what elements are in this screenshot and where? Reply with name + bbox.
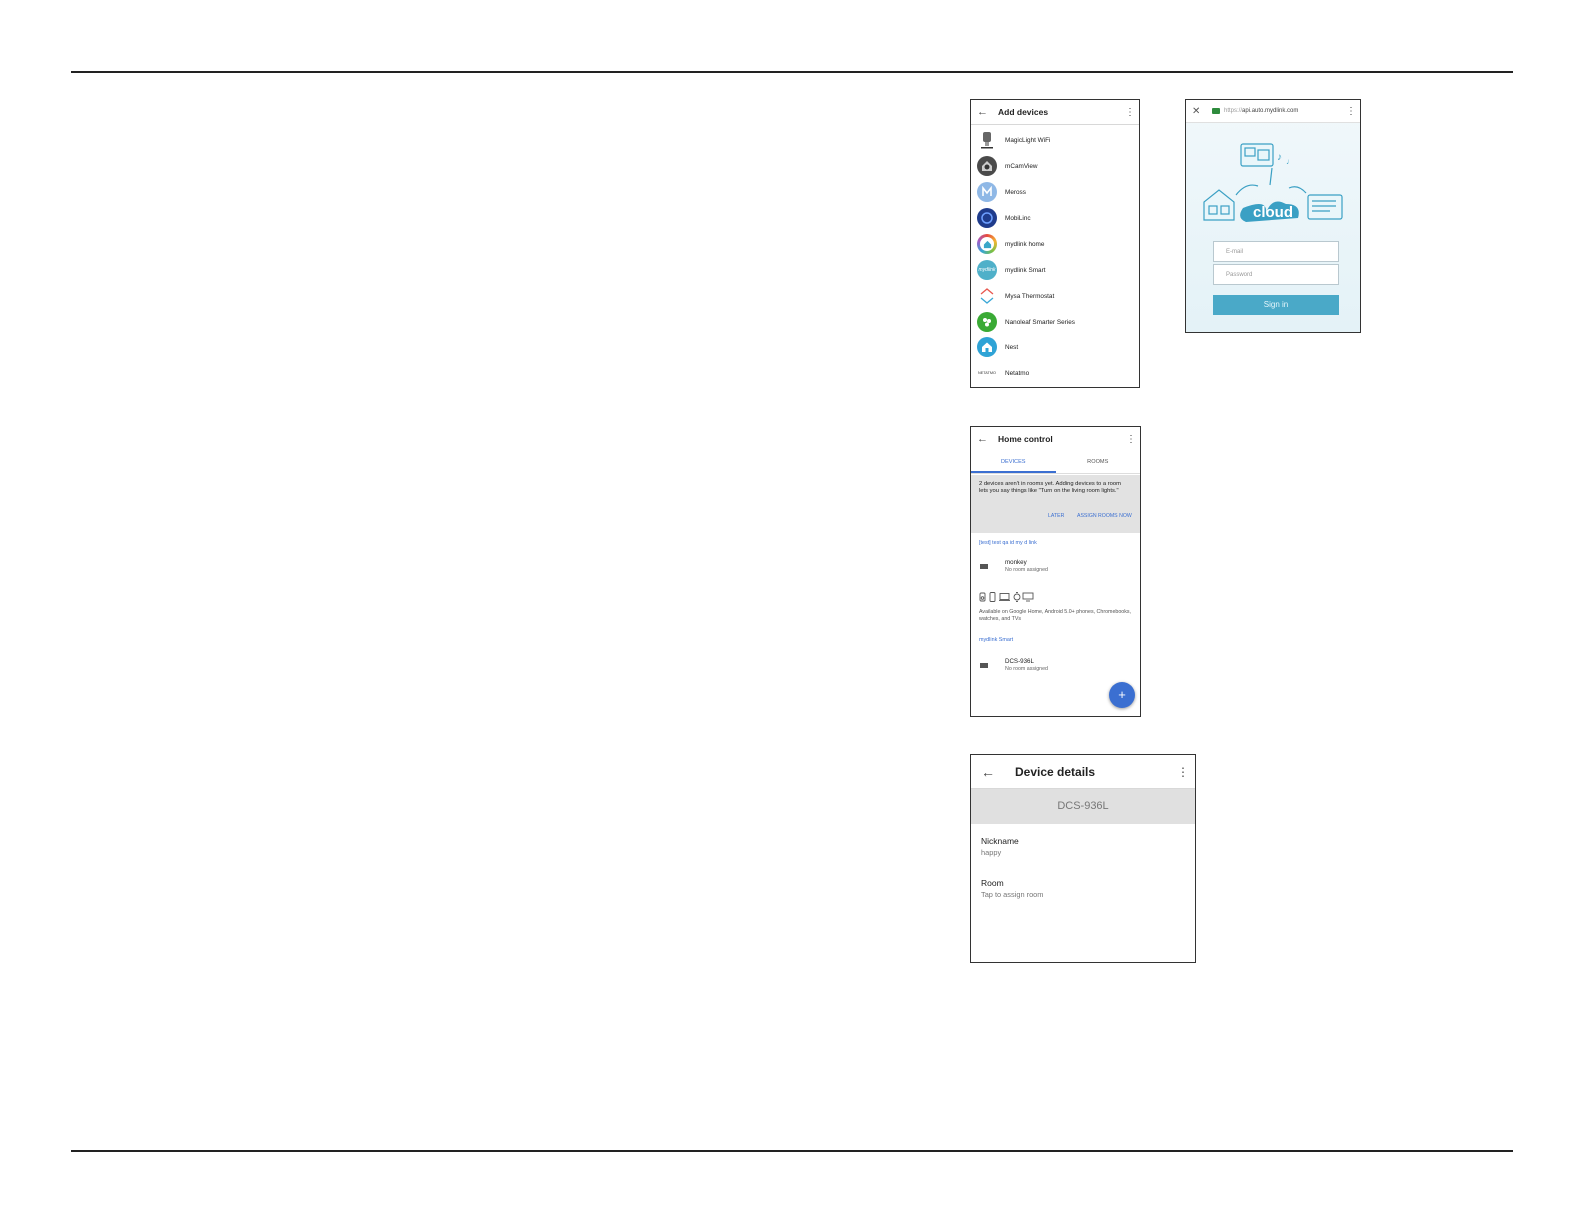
- camera-icon: [980, 663, 988, 668]
- add-devices-appbar: ← Add devices ⋮: [971, 100, 1139, 125]
- list-item-label: Netatmo: [1005, 369, 1030, 377]
- cloud-signin-screen: ✕ https://api.auto.mydlink.com ⋮ ♪ ♩ clo…: [1185, 99, 1361, 333]
- more-options-icon[interactable]: ⋮: [1125, 107, 1135, 118]
- url-text[interactable]: https://api.auto.mydlink.com: [1224, 108, 1346, 114]
- tab-rooms[interactable]: ROOMS: [1056, 451, 1141, 473]
- availability-note: Available on Google Home, Android 5.0+ p…: [979, 609, 1131, 622]
- list-item-magiclight[interactable]: MagicLight WiFi: [971, 128, 1139, 152]
- page-title: Home control: [998, 434, 1053, 444]
- device-room: No room assigned: [1005, 567, 1048, 573]
- device-room: No room assigned: [1005, 666, 1048, 672]
- url-scheme: https://: [1224, 108, 1243, 114]
- list-item-label: mydlink home: [1005, 240, 1045, 248]
- list-item-mydlink-smart[interactable]: mydlink mydlink Smart: [971, 258, 1139, 282]
- svg-text:♩: ♩: [1286, 157, 1294, 166]
- page-title: Device details: [1015, 764, 1096, 779]
- more-options-icon[interactable]: ⋮: [1126, 434, 1136, 445]
- list-item-mysa[interactable]: Mysa Thermostat: [971, 284, 1139, 308]
- room-value: Tap to assign room: [981, 890, 1044, 899]
- room-label: Room: [981, 878, 1004, 888]
- list-item-label: Mysa Thermostat: [1005, 292, 1055, 300]
- url-host: api.auto.mydlink.com: [1242, 108, 1299, 114]
- device-name: monkey: [1005, 559, 1027, 566]
- mydlink-smart-icon: mydlink: [977, 260, 997, 280]
- device-types-icon: [979, 592, 1034, 602]
- banner-message: 2 devices aren't in rooms yet. Adding de…: [979, 481, 1121, 495]
- lock-icon: [1212, 108, 1220, 114]
- tab-bar: DEVICES ROOMS: [971, 451, 1140, 474]
- section-header: mydlink Smart: [979, 637, 1014, 643]
- mcamview-icon: [977, 156, 997, 176]
- svg-text:♪: ♪: [1277, 152, 1282, 163]
- magiclight-icon: [977, 130, 997, 150]
- top-rule: [71, 71, 1513, 73]
- list-item-label: MagicLight WiFi: [1005, 136, 1051, 144]
- password-field[interactable]: Password: [1213, 264, 1339, 285]
- browser-urlbar: ✕ https://api.auto.mydlink.com ⋮: [1186, 100, 1360, 123]
- back-arrow-icon[interactable]: ←: [977, 106, 991, 118]
- device-details-screen: ← Device details ⋮ DCS-936L Nickname hap…: [970, 754, 1196, 963]
- mydlink-home-icon: [977, 234, 997, 254]
- page-title: Add devices: [998, 107, 1049, 117]
- list-item-label: Meross: [1005, 188, 1026, 196]
- assign-rooms-button[interactable]: ASSIGN ROOMS NOW: [1077, 513, 1132, 519]
- later-button[interactable]: LATER: [1048, 513, 1064, 519]
- more-options-icon[interactable]: ⋮: [1177, 765, 1189, 779]
- list-item-nest[interactable]: Nest: [971, 335, 1139, 359]
- list-item-label: mCamView: [1005, 162, 1038, 170]
- netatmo-icon: NETATMO: [975, 363, 999, 383]
- home-control-screen: ← Home control ⋮ DEVICES ROOMS 2 devices…: [970, 426, 1141, 717]
- back-arrow-icon[interactable]: ←: [981, 764, 1001, 780]
- nickname-label: Nickname: [981, 836, 1019, 846]
- add-device-button[interactable]: +: [1109, 682, 1135, 708]
- list-item-mydlink-home[interactable]: mydlink home: [971, 232, 1139, 256]
- section-header: [test] test qa id my d link: [979, 540, 1037, 546]
- email-field[interactable]: E-mail: [1213, 241, 1339, 262]
- sign-in-button[interactable]: Sign in: [1213, 295, 1339, 315]
- list-item-netatmo[interactable]: NETATMO Netatmo: [971, 361, 1139, 385]
- mobilinc-icon: [977, 208, 997, 228]
- rooms-banner: 2 devices aren't in rooms yet. Adding de…: [971, 475, 1140, 533]
- meross-icon: [977, 182, 997, 202]
- list-item-label: mydlink Smart: [1005, 266, 1046, 274]
- device-model: DCS-936L: [971, 789, 1195, 824]
- list-item-nanoleaf[interactable]: Nanoleaf Smarter Series: [971, 310, 1139, 334]
- close-icon[interactable]: ✕: [1192, 106, 1206, 117]
- list-item-meross[interactable]: Meross: [971, 180, 1139, 204]
- more-options-icon[interactable]: ⋮: [1346, 106, 1356, 117]
- list-item-label: Nanoleaf Smarter Series: [1005, 318, 1075, 326]
- tab-devices[interactable]: DEVICES: [971, 451, 1056, 473]
- device-name: DCS-936L: [1005, 658, 1034, 665]
- camera-icon: [980, 564, 988, 569]
- home-control-appbar: ← Home control ⋮: [971, 427, 1140, 451]
- list-item-mcamview[interactable]: mCamView: [971, 154, 1139, 178]
- mysa-icon: [977, 286, 997, 306]
- device-details-appbar: ← Device details ⋮: [971, 755, 1195, 789]
- back-arrow-icon[interactable]: ←: [977, 433, 991, 445]
- nickname-value: happy: [981, 848, 1002, 857]
- nanoleaf-icon: [977, 312, 997, 332]
- nest-icon: [977, 337, 997, 357]
- list-item-mobilinc[interactable]: MobiLinc: [971, 206, 1139, 230]
- list-item-label: Nest: [1005, 343, 1019, 351]
- list-item-label: MobiLinc: [1005, 214, 1031, 222]
- cloud-logo: cloud: [1253, 204, 1293, 221]
- bottom-rule: [71, 1150, 1513, 1152]
- add-devices-screen: ← Add devices ⋮ MagicLight WiFi mCamView…: [970, 99, 1140, 388]
